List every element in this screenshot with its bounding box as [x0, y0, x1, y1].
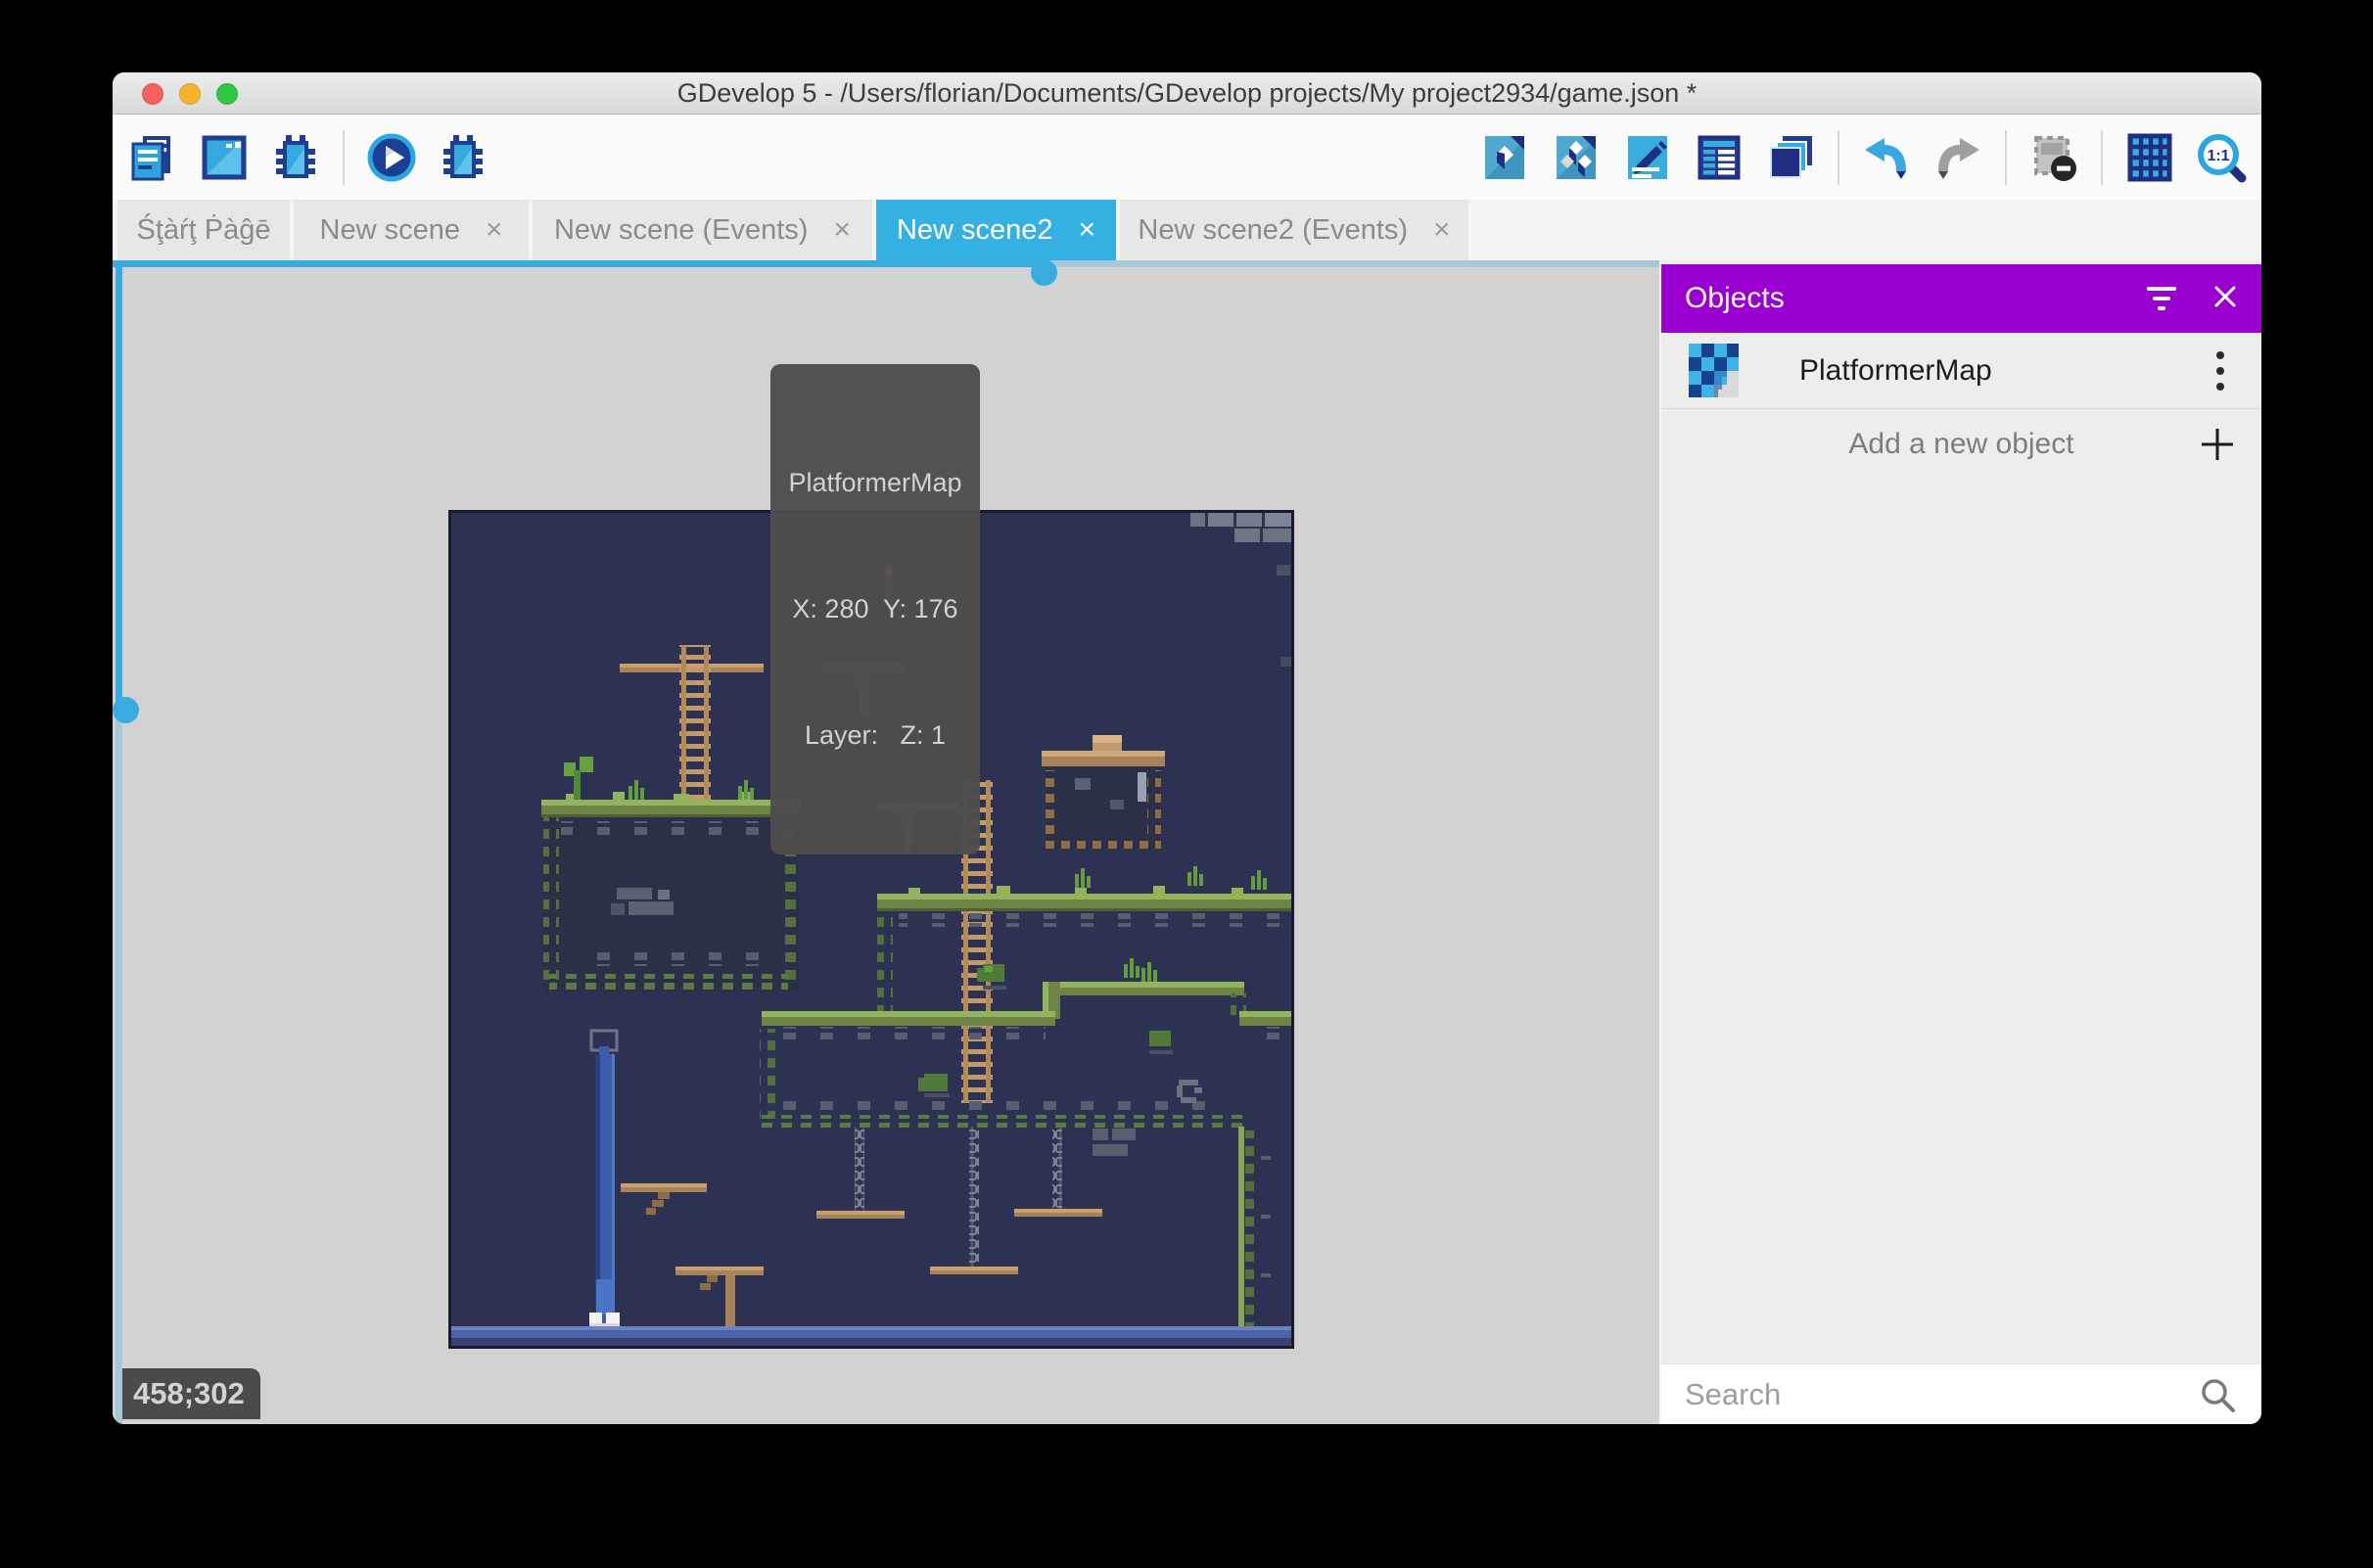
screen: GDevelop 5 - /Users/florian/Documents/GD…: [0, 0, 2373, 1568]
close-tab-icon[interactable]: ×: [833, 215, 851, 245]
bug-icon: [268, 130, 323, 185]
project-manager-button[interactable]: [124, 129, 181, 186]
close-window-button[interactable]: [142, 83, 163, 105]
toolbar: 1:1: [113, 115, 2261, 200]
properties-panel-button[interactable]: [1619, 129, 1676, 186]
toolbar-right-group: 1:1: [1476, 129, 2250, 186]
search-icon[interactable]: [2197, 1374, 2238, 1415]
objects-editor-icon: [1477, 130, 1532, 185]
objects-editor-button[interactable]: [1476, 129, 1533, 186]
tab-new-scene[interactable]: New scene ×: [294, 200, 529, 260]
instance-tooltip: PlatformerMap X: 280 Y: 176 Layer: Z: 1: [770, 364, 980, 854]
close-panel-icon[interactable]: [2212, 282, 2238, 315]
scene-window-icon: [197, 130, 252, 185]
svg-text:1:1: 1:1: [2207, 148, 2229, 164]
play-icon: [364, 130, 419, 185]
close-tab-icon[interactable]: ×: [1433, 215, 1451, 245]
tab-label: New scene2 (Events): [1138, 214, 1408, 247]
object-list-item-platformermap[interactable]: PlatformerMap: [1661, 333, 2261, 409]
edit-properties-icon: [1620, 130, 1675, 185]
search-input[interactable]: [1685, 1377, 2197, 1412]
traffic-lights: [142, 72, 238, 115]
add-object-row[interactable]: Add a new object: [1661, 409, 2261, 479]
objects-panel: Objects: [1661, 260, 2261, 1424]
tab-label: New scene: [320, 214, 460, 247]
toolbar-left-group: [124, 129, 491, 186]
undo-icon: [1859, 130, 1914, 185]
object-name: PlatformerMap: [1799, 354, 2216, 388]
title-bar: GDevelop 5 - /Users/florian/Documents/GD…: [113, 72, 2261, 115]
object-menu-kebab-icon[interactable]: [2216, 351, 2224, 391]
toolbar-separator: [343, 130, 345, 185]
add-object-label: Add a new object: [1661, 428, 2261, 461]
bug-icon: [436, 130, 490, 185]
mask-selection-icon: [2026, 130, 2081, 185]
tab-new-scene-events[interactable]: New scene (Events) ×: [533, 200, 872, 260]
zoom-1-1-icon: 1:1: [2194, 130, 2249, 185]
tab-start-page[interactable]: Śţàŕţ Ṗàĝē: [117, 200, 290, 260]
close-tab-icon[interactable]: ×: [1079, 215, 1096, 245]
tab-label: New scene (Events): [554, 214, 809, 247]
redo-button[interactable]: [1930, 129, 1986, 186]
layers-editor-button[interactable]: [1762, 129, 1819, 186]
tilemap-thumbnail-icon: [1689, 344, 1739, 397]
tab-bar: Śţàŕţ Ṗàĝē New scene × New scene (Events…: [113, 200, 2261, 260]
grid-button[interactable]: [2121, 129, 2178, 186]
objects-panel-header: Objects: [1661, 264, 2261, 333]
horizontal-scrollbar[interactable]: [113, 260, 1659, 267]
instances-list-button[interactable]: [1691, 129, 1747, 186]
debugger-button[interactable]: [267, 129, 324, 186]
gdevelop-window: GDevelop 5 - /Users/florian/Documents/GD…: [113, 72, 2261, 1424]
objects-search-bar: [1661, 1363, 2261, 1424]
undo-button[interactable]: [1858, 129, 1915, 186]
tab-label: Śţàŕţ Ṗàĝē: [136, 214, 270, 247]
filter-icon[interactable]: [2144, 287, 2179, 310]
project-manager-icon: [125, 130, 180, 185]
redo-icon: [1931, 130, 1985, 185]
vertical-scrollbar[interactable]: [116, 260, 122, 1424]
object-groups-icon: [1549, 130, 1604, 185]
tooltip-layer: Layer: Z: 1: [780, 715, 970, 757]
launch-preview-button[interactable]: [363, 129, 420, 186]
vertical-scrollbar-handle[interactable]: [113, 697, 139, 723]
objects-panel-title: Objects: [1685, 282, 2144, 315]
tab-label: New scene2: [897, 214, 1053, 247]
zoom-original-button[interactable]: 1:1: [2193, 129, 2250, 186]
grid-icon: [2122, 130, 2177, 185]
plus-icon[interactable]: [2199, 426, 2236, 463]
vertical-scrollbar-fill: [116, 260, 122, 710]
scene-editor-button[interactable]: [196, 129, 253, 186]
horizontal-scrollbar-handle[interactable]: [1031, 260, 1057, 286]
scene-editor-canvas[interactable]: PlatformerMap X: 280 Y: 176 Layer: Z: 1 …: [113, 260, 1659, 1424]
object-groups-editor-button[interactable]: [1548, 129, 1605, 186]
toolbar-separator: [1838, 130, 1839, 185]
tooltip-position: X: 280 Y: 176: [780, 588, 970, 630]
minimize-window-button[interactable]: [179, 83, 201, 105]
toolbar-separator: [2005, 130, 2007, 185]
main-area: PlatformerMap X: 280 Y: 176 Layer: Z: 1 …: [113, 260, 2261, 1424]
layers-icon: [1763, 130, 1818, 185]
launch-debug-button[interactable]: [435, 129, 491, 186]
tooltip-object-name: PlatformerMap: [780, 462, 970, 504]
horizontal-scrollbar-fill: [113, 260, 1044, 267]
close-tab-icon[interactable]: ×: [486, 215, 503, 245]
tab-new-scene2-events[interactable]: New scene2 (Events) ×: [1120, 200, 1468, 260]
tab-new-scene2[interactable]: New scene2 ×: [876, 200, 1116, 260]
objects-panel-body: [1661, 479, 2261, 1363]
window-title: GDevelop 5 - /Users/florian/Documents/GD…: [113, 72, 2261, 115]
zoom-window-button[interactable]: [216, 83, 238, 105]
mask-instances-button[interactable]: [2025, 129, 2082, 186]
cursor-coordinates-badge: 458;302: [117, 1368, 260, 1419]
instances-list-icon: [1692, 130, 1746, 185]
toolbar-separator: [2101, 130, 2103, 185]
